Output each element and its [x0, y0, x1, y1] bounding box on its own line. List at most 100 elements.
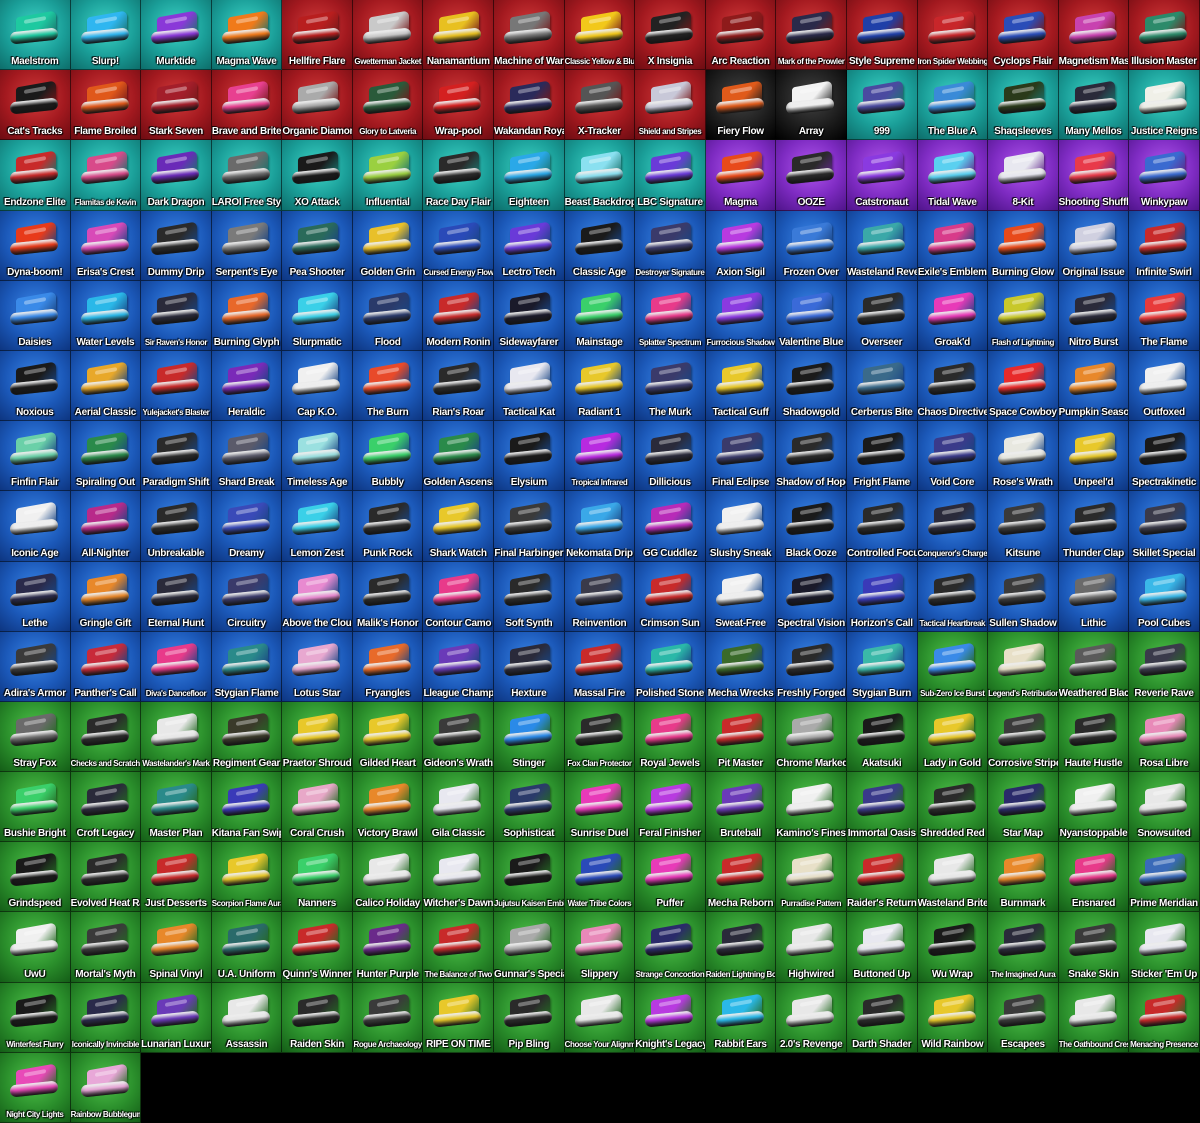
- wrap-tile[interactable]: Lunarian Luxury: [141, 982, 212, 1053]
- wrap-tile[interactable]: Final Eclipse: [705, 421, 777, 492]
- wrap-tile[interactable]: The Balance of Two: [423, 912, 495, 983]
- wrap-tile[interactable]: Golden Grin: [352, 210, 424, 281]
- wrap-tile[interactable]: Finfin Flair: [0, 421, 71, 492]
- wrap-tile[interactable]: Mortal's Myth: [70, 912, 142, 983]
- wrap-tile[interactable]: Kamino's Finest: [776, 772, 847, 843]
- wrap-tile[interactable]: Magma: [705, 140, 777, 211]
- wrap-tile[interactable]: Reverie Rave: [1129, 631, 1200, 702]
- wrap-tile[interactable]: Dreamy: [211, 491, 283, 562]
- wrap-tile[interactable]: Mark of the Prowler: [776, 0, 847, 71]
- wrap-tile[interactable]: Knight's Legacy: [635, 982, 706, 1053]
- wrap-tile[interactable]: Tactical Heartbreak: [917, 561, 989, 632]
- wrap-tile[interactable]: Bushie Bright: [0, 772, 71, 843]
- wrap-tile[interactable]: LBC Signature: [635, 140, 706, 211]
- wrap-tile[interactable]: Valentine Blue: [776, 280, 847, 351]
- wrap-tile[interactable]: Unpeel'd: [1058, 421, 1130, 492]
- wrap-tile[interactable]: Regiment Gear: [211, 701, 283, 773]
- wrap-tile[interactable]: Horizon's Call: [846, 561, 918, 632]
- wrap-tile[interactable]: Corrosive Stripe: [988, 701, 1059, 773]
- wrap-tile[interactable]: Dillicious: [635, 421, 706, 492]
- wrap-tile[interactable]: Contour Camo: [423, 561, 495, 632]
- wrap-tile[interactable]: Timeless Age: [282, 421, 353, 492]
- wrap-tile[interactable]: Raider's Return: [846, 842, 918, 913]
- wrap-tile[interactable]: Legend's Retribution: [988, 631, 1059, 702]
- wrap-tile[interactable]: Gilded Heart: [352, 701, 424, 773]
- wrap-tile[interactable]: Furrocious Shadow: [705, 280, 777, 351]
- wrap-tile[interactable]: Illusion Master: [1129, 0, 1200, 71]
- wrap-tile[interactable]: Rian's Roar: [423, 350, 495, 422]
- wrap-tile[interactable]: Flame Broiled: [70, 70, 142, 141]
- wrap-tile[interactable]: Burning Glow: [988, 210, 1059, 281]
- wrap-tile[interactable]: Massal Fire: [564, 631, 636, 702]
- wrap-tile[interactable]: Rogue Archaeology: [352, 982, 424, 1053]
- wrap-tile[interactable]: Aerial Classic: [70, 350, 142, 422]
- wrap-tile[interactable]: Gringle Gift: [70, 561, 142, 632]
- wrap-tile[interactable]: Array: [776, 70, 847, 141]
- wrap-tile[interactable]: Circuitry: [211, 561, 283, 632]
- wrap-tile[interactable]: RIPE ON TIME: [423, 982, 495, 1053]
- wrap-tile[interactable]: Unbreakable: [141, 491, 212, 562]
- wrap-tile[interactable]: Shooting Shuffle: [1058, 140, 1130, 211]
- wrap-tile[interactable]: The Murk: [635, 350, 706, 422]
- wrap-tile[interactable]: Fryangles: [352, 631, 424, 702]
- wrap-tile[interactable]: Wakandan Royale: [494, 70, 565, 141]
- wrap-tile[interactable]: Water Tribe Colors: [564, 842, 636, 913]
- wrap-tile[interactable]: Wrap-pool: [423, 70, 495, 141]
- wrap-tile[interactable]: Daisies: [0, 280, 71, 351]
- wrap-tile[interactable]: Dark Dragon: [141, 140, 212, 211]
- wrap-tile[interactable]: Escapees: [988, 982, 1059, 1053]
- wrap-tile[interactable]: Fright Flame: [846, 421, 918, 492]
- wrap-tile[interactable]: Glory to Latveria: [352, 70, 424, 141]
- wrap-tile[interactable]: Hunter Purple: [352, 912, 424, 983]
- wrap-tile[interactable]: Final Harbinger: [494, 491, 565, 562]
- wrap-tile[interactable]: X-Tracker: [564, 70, 636, 141]
- wrap-tile[interactable]: Maelstrom: [0, 0, 71, 71]
- wrap-tile[interactable]: Calico Holiday: [352, 842, 424, 913]
- wrap-tile[interactable]: Cyclops Flair: [988, 0, 1059, 71]
- wrap-tile[interactable]: Dyna-boom!: [0, 210, 71, 281]
- wrap-tile[interactable]: Above the Clouds: [282, 561, 353, 632]
- wrap-tile[interactable]: GG Cuddlez: [635, 491, 706, 562]
- wrap-tile[interactable]: Destroyer Signature: [635, 210, 706, 281]
- wrap-tile[interactable]: Black Ooze: [776, 491, 847, 562]
- wrap-tile[interactable]: Adira's Armor: [0, 631, 71, 702]
- wrap-tile[interactable]: Shadow of Hope: [776, 421, 847, 492]
- wrap-tile[interactable]: Gwetterman Jacket: [352, 0, 424, 71]
- wrap-tile[interactable]: Sub-Zero Ice Burst: [917, 631, 989, 702]
- wrap-tile[interactable]: Slurpmatic: [282, 280, 353, 351]
- wrap-tile[interactable]: Stark Seven: [141, 70, 212, 141]
- wrap-tile[interactable]: Water Levels: [70, 280, 142, 351]
- wrap-tile[interactable]: Pool Cubes: [1129, 561, 1200, 632]
- wrap-tile[interactable]: Rose's Wrath: [988, 421, 1059, 492]
- wrap-tile[interactable]: The Flame: [1129, 280, 1200, 351]
- wrap-tile[interactable]: Iron Spider Webbing: [917, 0, 989, 71]
- wrap-tile[interactable]: 2.0's Revenge: [776, 982, 847, 1053]
- wrap-tile[interactable]: Bruteball: [705, 772, 777, 843]
- wrap-tile[interactable]: Tactical Kat: [494, 350, 565, 422]
- wrap-tile[interactable]: Nitro Burst: [1058, 280, 1130, 351]
- wrap-tile[interactable]: Dummy Drip: [141, 210, 212, 281]
- wrap-tile[interactable]: Cursed Energy Flow: [423, 210, 495, 281]
- wrap-tile[interactable]: Chrome Marked: [776, 701, 847, 773]
- wrap-tile[interactable]: Erisa's Crest: [70, 210, 142, 281]
- wrap-tile[interactable]: Mecha Reborn: [705, 842, 777, 913]
- wrap-tile[interactable]: Magma Wave: [211, 0, 283, 71]
- wrap-tile[interactable]: Shark Watch: [423, 491, 495, 562]
- wrap-tile[interactable]: Iconically Invincible: [70, 982, 142, 1053]
- wrap-tile[interactable]: Radiant 1: [564, 350, 636, 422]
- wrap-tile[interactable]: The Blue A: [917, 70, 989, 141]
- wrap-tile[interactable]: Coral Crush: [282, 772, 353, 843]
- wrap-tile[interactable]: Classic Age: [564, 210, 636, 281]
- wrap-tile[interactable]: Sticker 'Em Up: [1129, 912, 1200, 983]
- wrap-tile[interactable]: Pip Bling: [494, 982, 565, 1053]
- wrap-tile[interactable]: Slippery: [564, 912, 636, 983]
- wrap-tile[interactable]: Paradigm Shift: [141, 421, 212, 492]
- wrap-tile[interactable]: Nanners: [282, 842, 353, 913]
- wrap-tile[interactable]: Bubbly: [352, 421, 424, 492]
- wrap-tile[interactable]: Immortal Oasis: [846, 772, 918, 843]
- wrap-tile[interactable]: All-Nighter: [70, 491, 142, 562]
- wrap-tile[interactable]: Rainbow Bubblegum: [70, 1052, 142, 1123]
- wrap-tile[interactable]: Flood: [352, 280, 424, 351]
- wrap-tile[interactable]: Cerberus Bite: [846, 350, 918, 422]
- wrap-tile[interactable]: Spinal Vinyl: [141, 912, 212, 983]
